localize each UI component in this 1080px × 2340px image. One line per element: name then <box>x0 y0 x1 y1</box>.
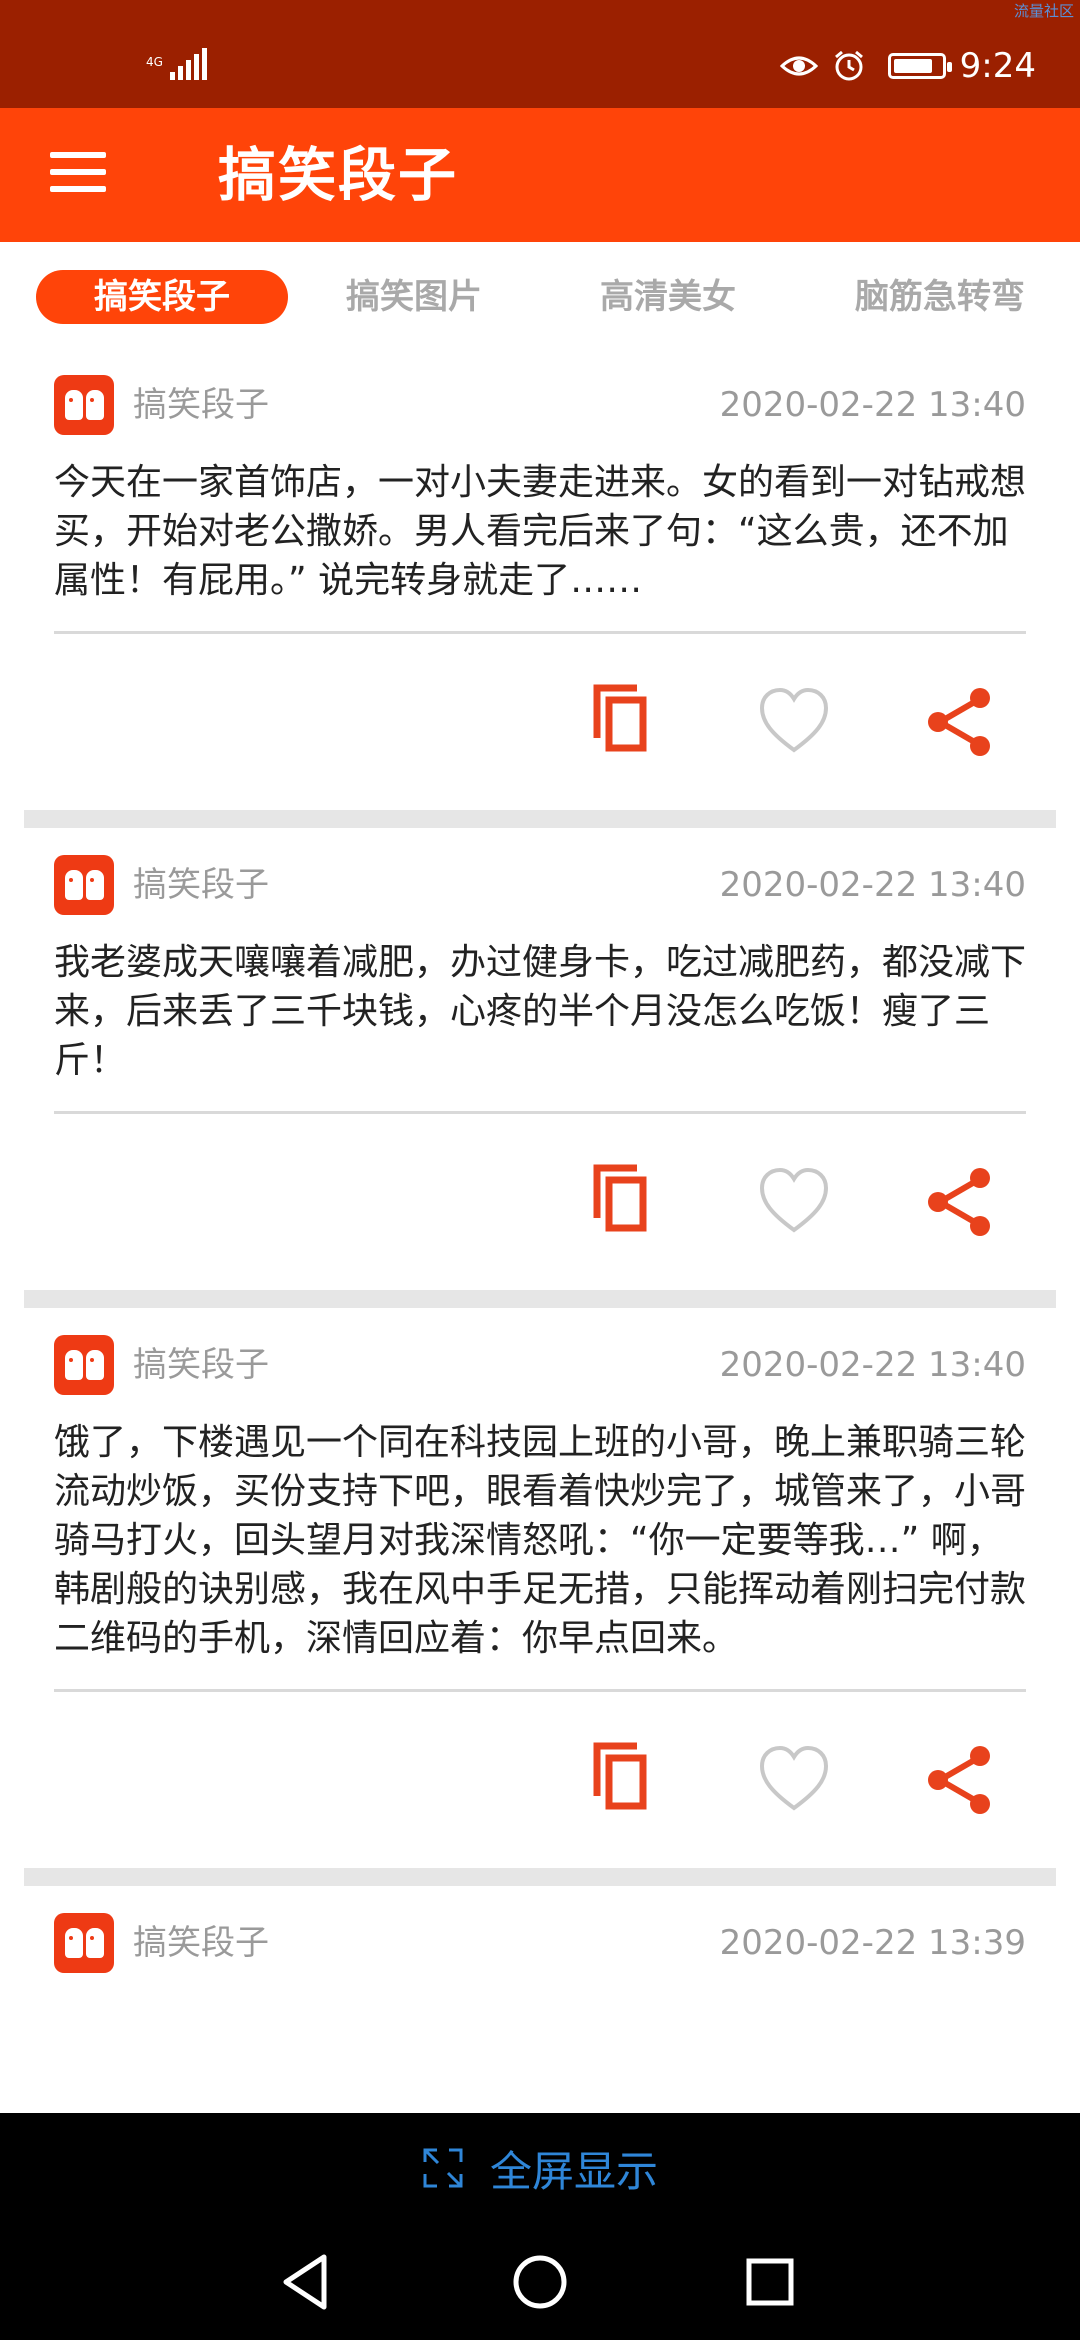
post-author: 搞笑段子 <box>133 385 269 425</box>
category-tabs: 搞笑段子 搞笑图片 高清美女 脑筋急转弯 <box>0 242 1080 348</box>
share-icon[interactable] <box>918 1160 1002 1244</box>
avatar <box>54 855 114 915</box>
card-divider <box>24 1868 1056 1886</box>
system-nav-bar <box>0 2223 1080 2340</box>
expand-icon <box>423 2148 463 2188</box>
fullscreen-label: 全屏显示 <box>489 2146 658 2196</box>
post-actions <box>0 1692 1080 1868</box>
post-time: 2020-02-22 13:39 <box>719 1923 1026 1963</box>
status-bar: 流量社区 4G 9:24 <box>0 0 1080 108</box>
copy-icon[interactable] <box>583 680 667 764</box>
fullscreen-button[interactable]: 全屏显示 <box>0 2113 1080 2223</box>
tab-jokes[interactable]: 搞笑段子 <box>36 270 288 324</box>
post-author: 搞笑段子 <box>133 1345 269 1385</box>
eye-icon <box>779 56 818 76</box>
copy-icon[interactable] <box>583 1738 667 1822</box>
post-text: 我老婆成天嚷嚷着减肥，办过健身卡，吃过减肥药，都没减下来，后来丢了三千块钱，心疼… <box>54 938 1026 1114</box>
tab-funny-pictures[interactable]: 搞笑图片 <box>316 270 512 324</box>
menu-icon[interactable] <box>50 139 116 205</box>
share-icon[interactable] <box>918 1738 1002 1822</box>
home-icon[interactable] <box>505 2247 575 2317</box>
battery-icon <box>887 53 952 79</box>
card-divider <box>24 1290 1056 1308</box>
post-card: 搞笑段子 2020-02-22 13:40 今天在一家首饰店，一对小夫妻走进来。… <box>0 348 1080 828</box>
signal-icon: 4G <box>146 44 207 80</box>
post-actions <box>0 634 1080 810</box>
post-card: 搞笑段子 2020-02-22 13:39 <box>0 1886 1080 1996</box>
post-feed[interactable]: 搞笑段子 2020-02-22 13:40 今天在一家首饰店，一对小夫妻走进来。… <box>0 348 1080 2113</box>
share-icon[interactable] <box>918 680 1002 764</box>
back-icon[interactable] <box>272 2247 342 2317</box>
page-title: 搞笑段子 <box>218 141 459 209</box>
post-header: 搞笑段子 2020-02-22 13:40 <box>0 1308 1080 1418</box>
alarm-icon <box>834 50 863 81</box>
heart-icon[interactable] <box>752 680 836 764</box>
post-actions <box>0 1114 1080 1290</box>
watermark-text: 流量社区 <box>1013 2 1074 20</box>
card-divider <box>24 810 1056 828</box>
status-right: 9:24 <box>779 46 1036 86</box>
post-author: 搞笑段子 <box>133 865 269 905</box>
network-type: 4G <box>146 55 163 69</box>
post-text: 饿了，下楼遇见一个同在科技园上班的小哥，晚上兼职骑三轮流动炒饭，买份支持下吧，眼… <box>54 1418 1026 1692</box>
clock-time: 9:24 <box>959 46 1036 86</box>
heart-icon[interactable] <box>752 1738 836 1822</box>
recent-apps-icon[interactable] <box>735 2247 805 2317</box>
app-bar: 搞笑段子 <box>0 108 1080 242</box>
avatar <box>54 1335 114 1395</box>
avatar <box>54 1913 114 1973</box>
post-time: 2020-02-22 13:40 <box>719 865 1026 905</box>
post-card: 搞笑段子 2020-02-22 13:40 我老婆成天嚷嚷着减肥，办过健身卡，吃… <box>0 828 1080 1308</box>
avatar <box>54 375 114 435</box>
copy-icon[interactable] <box>583 1160 667 1244</box>
post-time: 2020-02-22 13:40 <box>719 385 1026 425</box>
post-header: 搞笑段子 2020-02-22 13:40 <box>0 348 1080 458</box>
post-author: 搞笑段子 <box>133 1923 269 1963</box>
post-header: 搞笑段子 2020-02-22 13:39 <box>0 1886 1080 1996</box>
heart-icon[interactable] <box>752 1160 836 1244</box>
post-text: 今天在一家首饰店，一对小夫妻走进来。女的看到一对钻戒想买，开始对老公撒娇。男人看… <box>54 458 1026 634</box>
tab-riddles[interactable]: 脑筋急转弯 <box>830 270 1050 324</box>
tab-beauty[interactable]: 高清美女 <box>570 270 766 324</box>
post-time: 2020-02-22 13:40 <box>719 1345 1026 1385</box>
post-card: 搞笑段子 2020-02-22 13:40 饿了，下楼遇见一个同在科技园上班的小… <box>0 1308 1080 1886</box>
post-header: 搞笑段子 2020-02-22 13:40 <box>0 828 1080 938</box>
